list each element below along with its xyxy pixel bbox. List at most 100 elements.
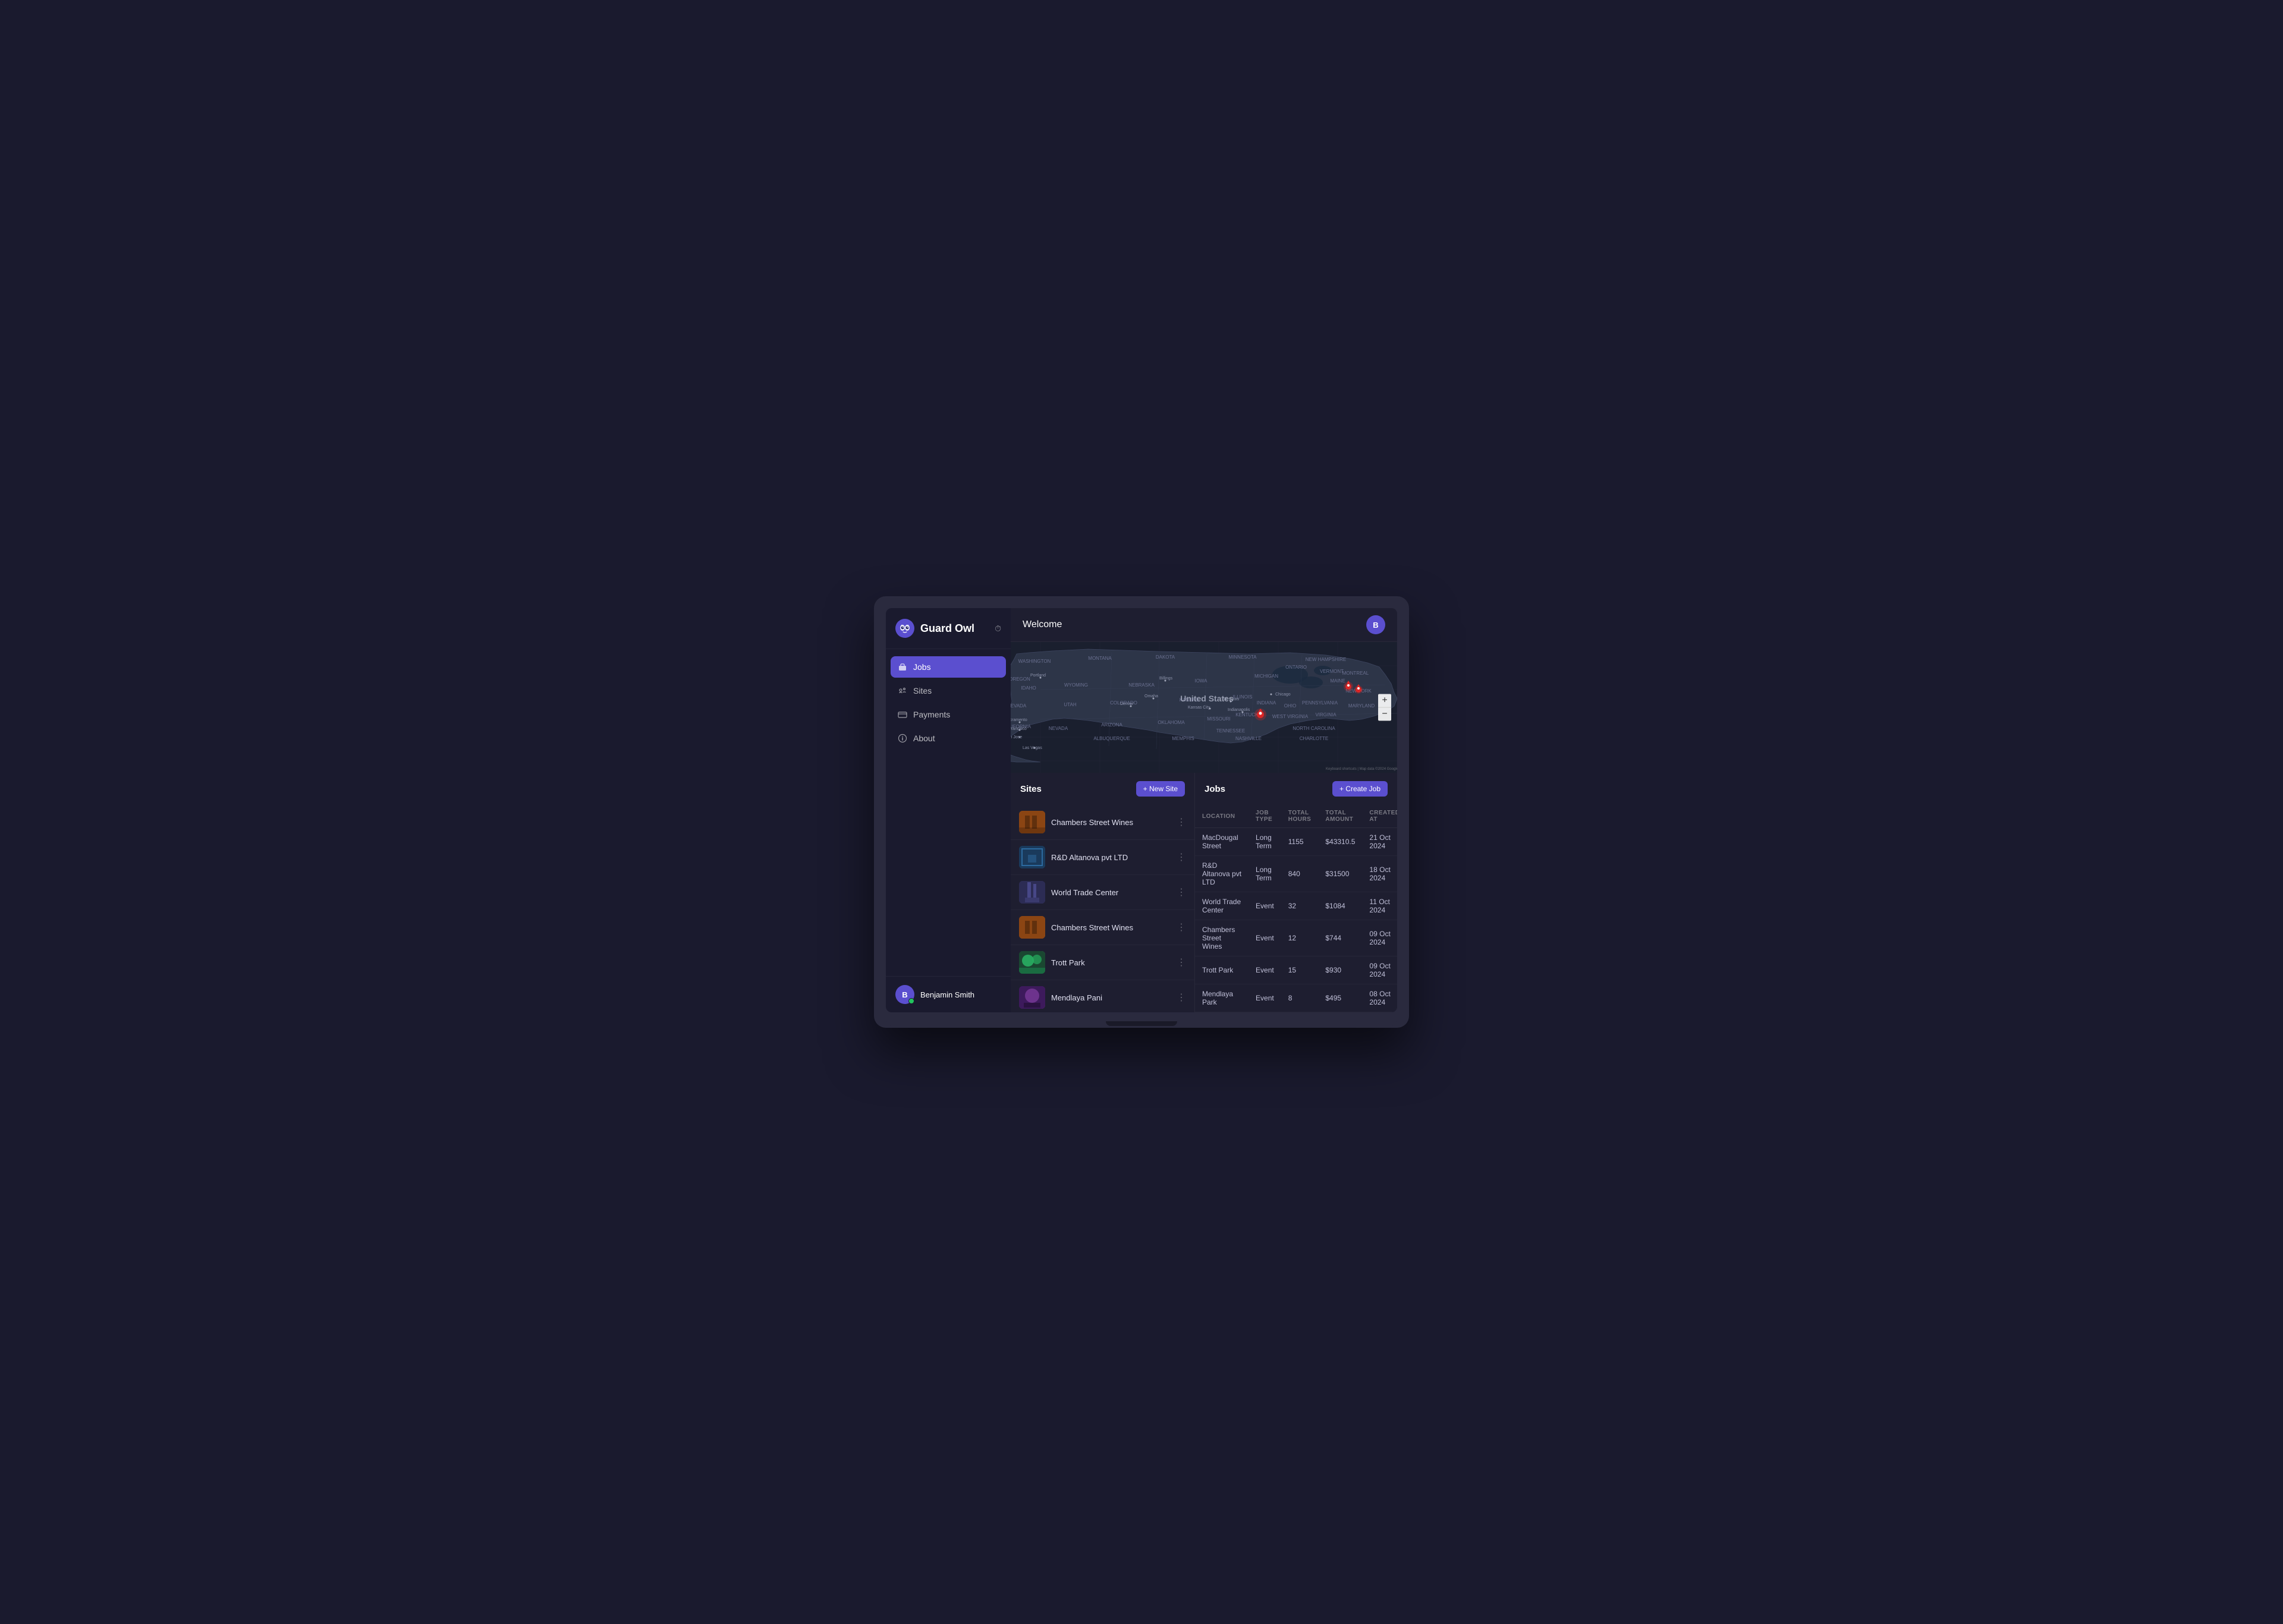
map-pin-1 bbox=[1254, 709, 1266, 720]
nav-sites-label: Sites bbox=[913, 686, 932, 695]
cell-total-hours: 1155 bbox=[1281, 828, 1319, 856]
site-name: Chambers Street Wines bbox=[1051, 818, 1171, 827]
cell-total-amount: $495 bbox=[1318, 984, 1362, 1012]
cell-total-hours: 12 bbox=[1281, 920, 1319, 956]
clock-icon: ⏱ bbox=[995, 624, 1001, 634]
sites-title: Sites bbox=[1020, 784, 1042, 794]
cell-location: MacDougal Street bbox=[1195, 828, 1249, 856]
svg-text:IDAHO: IDAHO bbox=[1021, 685, 1036, 691]
sites-panel-header: Sites + New Site bbox=[1011, 773, 1194, 805]
svg-text:MISSOURI: MISSOURI bbox=[1207, 716, 1231, 722]
site-more-icon[interactable]: ⋮ bbox=[1177, 956, 1186, 968]
sidebar-item-payments[interactable]: Payments bbox=[891, 704, 1006, 725]
list-item[interactable]: Chambers Street Wines ⋮ bbox=[1011, 910, 1194, 945]
cell-location: Mendlaya Park bbox=[1195, 984, 1249, 1012]
laptop-frame: Guard Owl ⏱ Jobs bbox=[874, 596, 1409, 1028]
table-row[interactable]: Trott Park Event 15 $930 09 Oct 2024 bbox=[1195, 956, 1397, 984]
svg-text:VIRGINIA: VIRGINIA bbox=[1315, 712, 1337, 717]
sites-list: Chambers Street Wines ⋮ R&D Altanova pvt… bbox=[1011, 805, 1194, 1012]
table-row[interactable]: Chambers Street Wines Event 12 $744 09 O… bbox=[1195, 920, 1397, 956]
list-item[interactable]: World Trade Center ⋮ bbox=[1011, 875, 1194, 910]
list-item[interactable]: Trott Park ⋮ bbox=[1011, 945, 1194, 980]
col-job-type: JOB TYPE bbox=[1249, 805, 1281, 828]
new-site-button[interactable]: + New Site bbox=[1136, 781, 1185, 797]
svg-text:Las Vegas: Las Vegas bbox=[1023, 746, 1042, 750]
cell-total-amount: $43310.5 bbox=[1318, 828, 1362, 856]
svg-text:MEMPHIS: MEMPHIS bbox=[1172, 736, 1194, 741]
nav-payments-label: Payments bbox=[913, 710, 950, 719]
svg-text:WASHINGTON: WASHINGTON bbox=[1018, 659, 1051, 664]
table-row[interactable]: Mendlaya Park Event 8 $495 08 Oct 2024 bbox=[1195, 984, 1397, 1012]
laptop-screen: Guard Owl ⏱ Jobs bbox=[886, 608, 1397, 1012]
jobs-data-table: LOCATION JOB TYPE TOTAL HOURS TOTAL AMOU… bbox=[1195, 805, 1397, 1012]
owl-logo-icon bbox=[895, 619, 914, 638]
site-thumbnail bbox=[1019, 916, 1045, 939]
sidebar-item-jobs[interactable]: Jobs bbox=[891, 656, 1006, 678]
site-thumbnail bbox=[1019, 951, 1045, 974]
info-icon bbox=[898, 734, 907, 743]
svg-text:INDIANA: INDIANA bbox=[1257, 700, 1276, 706]
sidebar-item-sites[interactable]: Sites bbox=[891, 680, 1006, 701]
briefcase-icon bbox=[898, 662, 907, 672]
svg-text:Portland: Portland bbox=[1030, 673, 1046, 678]
svg-text:MICHIGAN: MICHIGAN bbox=[1254, 673, 1278, 679]
site-thumbnail bbox=[1019, 986, 1045, 1009]
site-more-icon[interactable]: ⋮ bbox=[1177, 921, 1186, 933]
svg-text:TENNESSEE: TENNESSEE bbox=[1216, 728, 1245, 734]
svg-text:NASHVILLE: NASHVILLE bbox=[1235, 736, 1262, 741]
cell-total-amount: $31500 bbox=[1318, 856, 1362, 892]
site-more-icon[interactable]: ⋮ bbox=[1177, 886, 1186, 898]
site-name: Mendlaya Pani bbox=[1051, 993, 1171, 1002]
table-row[interactable]: MacDougal Street Long Term 1155 $43310.5… bbox=[1195, 828, 1397, 856]
cell-total-hours: 8 bbox=[1281, 984, 1319, 1012]
page-title: Welcome bbox=[1023, 619, 1062, 630]
zoom-in-button[interactable]: + bbox=[1378, 694, 1391, 707]
svg-text:WYOMING: WYOMING bbox=[1064, 682, 1088, 688]
svg-text:MONTANA: MONTANA bbox=[1088, 656, 1112, 661]
col-location: LOCATION bbox=[1195, 805, 1249, 828]
svg-text:ALBUQUERQUE: ALBUQUERQUE bbox=[1093, 736, 1130, 741]
site-name: Trott Park bbox=[1051, 958, 1171, 967]
cell-total-amount: $744 bbox=[1318, 920, 1362, 956]
cell-job-type: Long Term bbox=[1249, 828, 1281, 856]
list-item[interactable]: R&D Altanova pvt LTD ⋮ bbox=[1011, 840, 1194, 875]
create-job-button[interactable]: + Create Job bbox=[1332, 781, 1388, 797]
cell-total-hours: 840 bbox=[1281, 856, 1319, 892]
cell-job-type: Event bbox=[1249, 956, 1281, 984]
col-total-amount: TOTAL AMOUNT bbox=[1318, 805, 1362, 828]
zoom-out-button[interactable]: − bbox=[1378, 708, 1391, 721]
site-more-icon[interactable]: ⋮ bbox=[1177, 992, 1186, 1003]
site-more-icon[interactable]: ⋮ bbox=[1177, 851, 1186, 863]
map-zoom-controls: + − bbox=[1378, 694, 1391, 721]
svg-text:Denver: Denver bbox=[1120, 702, 1134, 706]
svg-text:ONTARIO: ONTARIO bbox=[1285, 665, 1307, 670]
sidebar-item-about[interactable]: About bbox=[891, 728, 1006, 749]
svg-text:UTAH: UTAH bbox=[1064, 702, 1076, 707]
app-title: Guard Owl bbox=[920, 622, 974, 635]
svg-text:NORTH CAROLINA: NORTH CAROLINA bbox=[1293, 726, 1335, 731]
svg-text:San Jose: San Jose bbox=[1011, 735, 1022, 739]
main-content: Welcome B bbox=[1011, 608, 1397, 1012]
table-row[interactable]: Mandalay Bay Long Term 1206 $45225 09 Oc… bbox=[1195, 1012, 1397, 1013]
svg-text:Indianapolis: Indianapolis bbox=[1228, 708, 1250, 712]
site-more-icon[interactable]: ⋮ bbox=[1177, 816, 1186, 828]
list-item[interactable]: Chambers Street Wines ⋮ bbox=[1011, 805, 1194, 840]
nav-jobs-label: Jobs bbox=[913, 662, 931, 672]
svg-text:NEBRASKA: NEBRASKA bbox=[1128, 682, 1155, 688]
sidebar-nav: Jobs Sites bbox=[886, 649, 1011, 976]
table-row[interactable]: R&D Altanova pvt LTD Long Term 840 $3150… bbox=[1195, 856, 1397, 892]
bottom-panels: Sites + New Site Chambers Street Wines ⋮ bbox=[1011, 773, 1397, 1012]
user-avatar: B bbox=[895, 985, 914, 1004]
list-item[interactable]: Mendlaya Pani ⋮ bbox=[1011, 980, 1194, 1012]
table-row[interactable]: World Trade Center Event 32 $1084 11 Oct… bbox=[1195, 892, 1397, 920]
cell-location: Mandalay Bay bbox=[1195, 1012, 1249, 1013]
app-layout: Guard Owl ⏱ Jobs bbox=[886, 608, 1397, 1012]
card-icon bbox=[898, 710, 907, 719]
svg-text:MINNESOTA: MINNESOTA bbox=[1229, 654, 1257, 660]
header-user-avatar[interactable]: B bbox=[1366, 615, 1385, 634]
cell-total-hours: 15 bbox=[1281, 956, 1319, 984]
svg-text:NEW HAMPSHIRE: NEW HAMPSHIRE bbox=[1306, 657, 1346, 662]
sidebar-user[interactable]: B Benjamin Smith bbox=[886, 976, 1011, 1012]
cell-total-amount: $1084 bbox=[1318, 892, 1362, 920]
nav-about-label: About bbox=[913, 734, 935, 743]
